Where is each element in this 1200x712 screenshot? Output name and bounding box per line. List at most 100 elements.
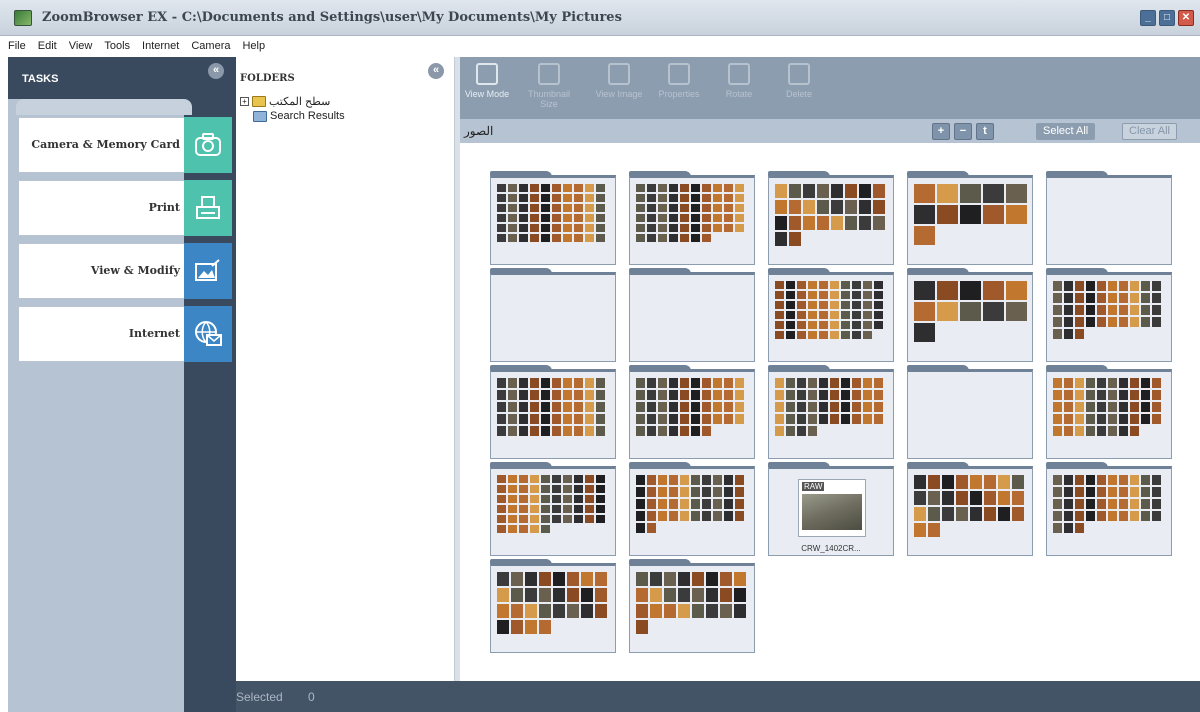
photo-thumbnail (819, 390, 828, 400)
folder-thumbnail[interactable] (629, 462, 755, 556)
delete-button[interactable]: Delete (774, 63, 824, 99)
photo-thumbnail (1130, 402, 1139, 412)
photo-thumbnail (1097, 293, 1106, 303)
expand-icon[interactable]: + (240, 97, 249, 106)
print-icon[interactable] (184, 180, 232, 236)
photo-thumbnail (636, 523, 645, 533)
photo-thumbnail (1119, 426, 1128, 436)
photo-thumbnail (852, 402, 861, 412)
menu-file[interactable]: File (8, 40, 26, 52)
tree-item-desktop[interactable]: + سطح المكتب (240, 95, 330, 108)
folder-thumbnail[interactable] (629, 365, 755, 459)
zoom-out-icon[interactable]: − (954, 123, 972, 140)
up-folder-icon[interactable]: t (976, 123, 994, 140)
photo-thumbnail (1119, 487, 1128, 497)
minimize-button[interactable]: _ (1140, 10, 1156, 26)
view-image-button[interactable]: View Image (594, 63, 644, 99)
tree-item-search-results[interactable]: Search Results (253, 110, 345, 122)
photo-thumbnail (552, 485, 561, 493)
photo-thumbnail (497, 604, 509, 618)
photo-thumbnail (956, 507, 968, 521)
photo-thumbnail (595, 604, 607, 618)
photo-thumbnail (1053, 499, 1062, 509)
photo-thumbnail (706, 572, 718, 586)
maximize-button[interactable]: □ (1159, 10, 1175, 26)
photo-thumbnail (680, 402, 689, 412)
photo-thumbnail (497, 224, 506, 232)
select-all-button[interactable]: Select All (1036, 123, 1096, 140)
folder-thumbnail[interactable] (768, 171, 894, 265)
folder-thumbnail[interactable] (490, 268, 616, 362)
photo-thumbnail (1075, 378, 1084, 388)
view-mode-button[interactable]: View Mode (462, 63, 512, 99)
photo-thumbnail (1006, 184, 1027, 203)
tasks-collapse-icon[interactable]: « (208, 63, 224, 79)
task-internet[interactable]: Internet (18, 306, 186, 362)
folder-thumbnail[interactable] (490, 365, 616, 459)
folder-thumbnail[interactable] (629, 559, 755, 653)
photo-thumbnail (863, 311, 872, 319)
menu-camera[interactable]: Camera (191, 40, 230, 52)
folder-thumbnail[interactable] (907, 268, 1033, 362)
photo-thumbnail (786, 311, 795, 319)
photo-thumbnail (1053, 402, 1062, 412)
task-view-modify[interactable]: View & Modify (18, 243, 186, 299)
photo-thumbnail (797, 390, 806, 400)
photo-thumbnail (530, 214, 539, 222)
camera-icon[interactable] (184, 117, 232, 173)
photo-thumbnail (497, 485, 506, 493)
folder-thumbnail[interactable] (490, 559, 616, 653)
photo-thumbnail (983, 205, 1004, 224)
menu-tools[interactable]: Tools (104, 40, 130, 52)
menu-edit[interactable]: Edit (38, 40, 57, 52)
photo-thumbnail (636, 604, 648, 618)
folder-thumbnail[interactable] (907, 365, 1033, 459)
photo-thumbnail (720, 588, 732, 602)
photo-thumbnail (819, 331, 828, 339)
thumbnail-size-button[interactable]: Thumbnail Size (524, 63, 574, 109)
photo-thumbnail (786, 426, 795, 436)
folder-thumbnail[interactable] (490, 171, 616, 265)
properties-button[interactable]: Properties (654, 63, 704, 99)
folder-thumbnail[interactable] (907, 462, 1033, 556)
photo-thumbnail (669, 487, 678, 497)
photo-thumbnail (1086, 475, 1095, 485)
menu-internet[interactable]: Internet (142, 40, 179, 52)
folder-thumbnail[interactable]: RAW CRW_1402CR... (768, 462, 894, 556)
zoom-in-icon[interactable]: + (932, 123, 950, 140)
photo-thumbnail (702, 224, 711, 232)
menu-view[interactable]: View (69, 40, 93, 52)
photo-thumbnail (819, 281, 828, 289)
menu-help[interactable]: Help (242, 40, 265, 52)
folder-thumbnail[interactable] (768, 365, 894, 459)
folder-thumbnail[interactable] (1046, 171, 1172, 265)
rotate-button[interactable]: Rotate (714, 63, 764, 99)
folder-thumbnail[interactable] (1046, 365, 1172, 459)
folder-thumbnail[interactable] (490, 462, 616, 556)
folders-collapse-icon[interactable]: « (428, 63, 444, 79)
photo-thumbnail (574, 485, 583, 493)
photo-thumbnail (636, 475, 645, 485)
photo-thumbnail (563, 426, 572, 436)
folder-thumbnail[interactable] (1046, 268, 1172, 362)
current-folder-path: الصور (464, 124, 494, 138)
folder-thumbnail[interactable] (629, 268, 755, 362)
folder-thumbnail[interactable] (907, 171, 1033, 265)
photo-thumbnail (859, 200, 871, 214)
task-camera-memory-card[interactable]: Camera & Memory Card (18, 117, 186, 173)
internet-icon[interactable] (184, 306, 232, 362)
photo-thumbnail (789, 184, 801, 198)
photo-thumbnail (680, 487, 689, 497)
photo-thumbnail (702, 475, 711, 485)
task-print[interactable]: Print (18, 180, 186, 236)
photo-thumbnail (863, 281, 872, 289)
photo-thumbnail (1006, 302, 1027, 321)
photo-thumbnail (873, 184, 885, 198)
view-modify-icon[interactable] (184, 243, 232, 299)
folder-thumbnail[interactable] (629, 171, 755, 265)
folder-thumbnail[interactable] (768, 268, 894, 362)
folder-thumbnail[interactable] (1046, 462, 1172, 556)
photo-thumbnail (658, 426, 667, 436)
clear-all-button[interactable]: Clear All (1122, 123, 1177, 140)
close-button[interactable]: ✕ (1178, 10, 1194, 26)
